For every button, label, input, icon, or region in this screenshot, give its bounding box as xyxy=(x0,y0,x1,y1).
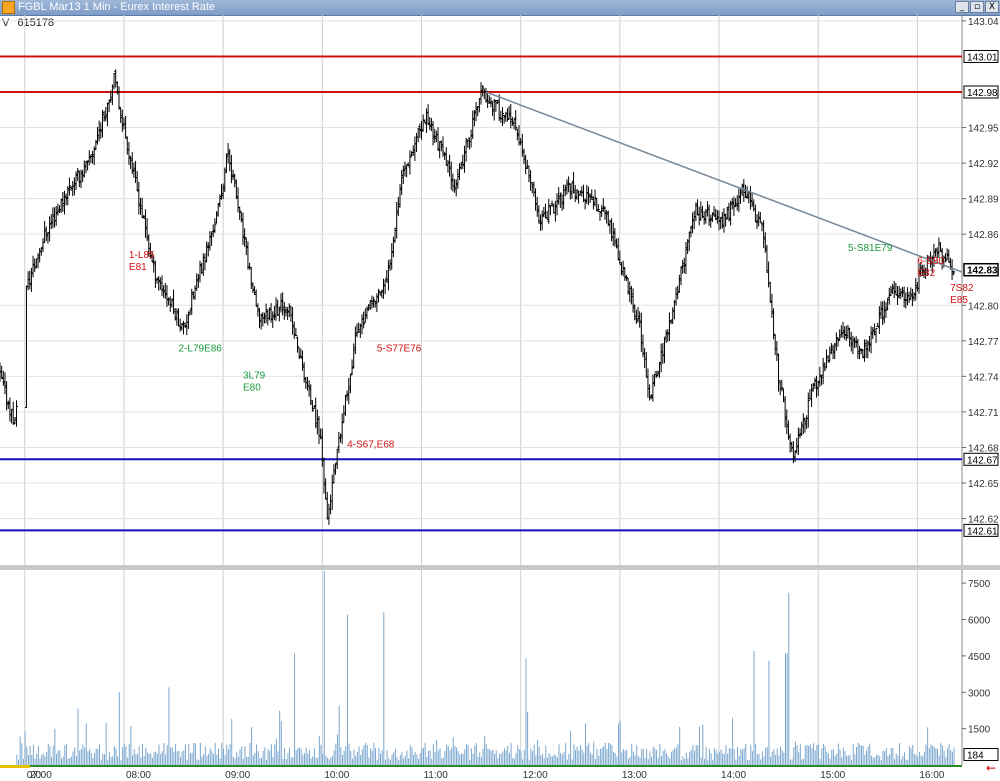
trade-annotation: 2-L79E86 xyxy=(179,343,223,354)
chart-canvas[interactable]: 143.04 142.95 142.92 142.89 142.86 142.80 142.… xyxy=(0,15,1000,781)
support-price-label: 142.67 xyxy=(967,455,998,466)
price-tick-label: 142.77 xyxy=(968,337,999,348)
price-tick-label: 142.80 xyxy=(968,301,999,312)
close-button[interactable]: X xyxy=(985,1,999,13)
window-title: FGBL Mar13 1 Min - Eurex Interest Rate xyxy=(18,1,216,13)
restore-button[interactable]: ▫ xyxy=(970,1,984,13)
trade-annotation: 5-S77E76 xyxy=(377,343,422,354)
time-tick-label: 10:00 xyxy=(324,770,349,781)
trade-annotation: 3L79 xyxy=(243,371,266,382)
trade-annotation: E85 xyxy=(950,295,968,306)
price-tick-label: 142.86 xyxy=(968,230,999,241)
time-tick-label: 13:00 xyxy=(622,770,647,781)
support-price-label: 142.61 xyxy=(967,526,998,537)
time-tick-label: 14:00 xyxy=(721,770,746,781)
trade-annotation: E81 xyxy=(129,262,147,273)
title-bar: FGBL Mar13 1 Min - Eurex Interest Rate _… xyxy=(0,0,1000,16)
price-tick-label: 143.04 xyxy=(968,17,999,28)
resistance-price-label: 142.98 xyxy=(967,88,998,99)
last-volume-label: 184 xyxy=(967,751,984,762)
time-tick-label: 09:00 xyxy=(225,770,250,781)
app-icon xyxy=(2,1,15,14)
session-marker xyxy=(0,765,30,768)
price-tick-label: 142.65 xyxy=(968,479,999,490)
window-controls: _ ▫ X xyxy=(955,1,999,13)
trade-annotation: 4-S67,E68 xyxy=(347,439,395,450)
trade-annotation: E82 xyxy=(917,268,935,279)
time-tick-label: 12:00 xyxy=(523,770,548,781)
price-tick-label: 142.71 xyxy=(968,408,999,419)
time-tick-label: 11:00 xyxy=(423,770,448,781)
date-tick-label: 20 xyxy=(30,770,42,781)
minimize-button[interactable]: _ xyxy=(955,1,969,13)
price-tick-label: 142.92 xyxy=(968,159,999,170)
trade-annotation: 5-S81E79 xyxy=(848,243,893,254)
resistance-price-label: 143.01 xyxy=(967,52,998,63)
trade-annotation: 6-S80 xyxy=(917,256,944,267)
time-tick-label: 16:00 xyxy=(919,770,944,781)
price-tick-label: 142.89 xyxy=(968,195,999,206)
price-tick-label: 142.74 xyxy=(968,372,999,383)
scroll-back-arrow-icon[interactable]: ← xyxy=(986,761,996,775)
time-tick-label: 08:00 xyxy=(126,770,151,781)
trade-annotation: 7S82 xyxy=(950,283,974,294)
trade-annotation: E80 xyxy=(243,383,261,394)
volume-tick-label: 1500 xyxy=(968,725,991,736)
trade-annotation: 1-L85 xyxy=(129,250,155,261)
volume-tick-label: 3000 xyxy=(968,688,991,699)
volume-tick-label: 7500 xyxy=(968,579,991,590)
price-tick-label: 142.95 xyxy=(968,124,999,135)
time-tick-label: 15:00 xyxy=(820,770,845,781)
volume-tick-label: 6000 xyxy=(968,616,991,627)
volume-tick-label: 4500 xyxy=(968,652,991,663)
last-price-label: 142.83 xyxy=(967,266,998,277)
pane-separator[interactable] xyxy=(0,565,1000,570)
